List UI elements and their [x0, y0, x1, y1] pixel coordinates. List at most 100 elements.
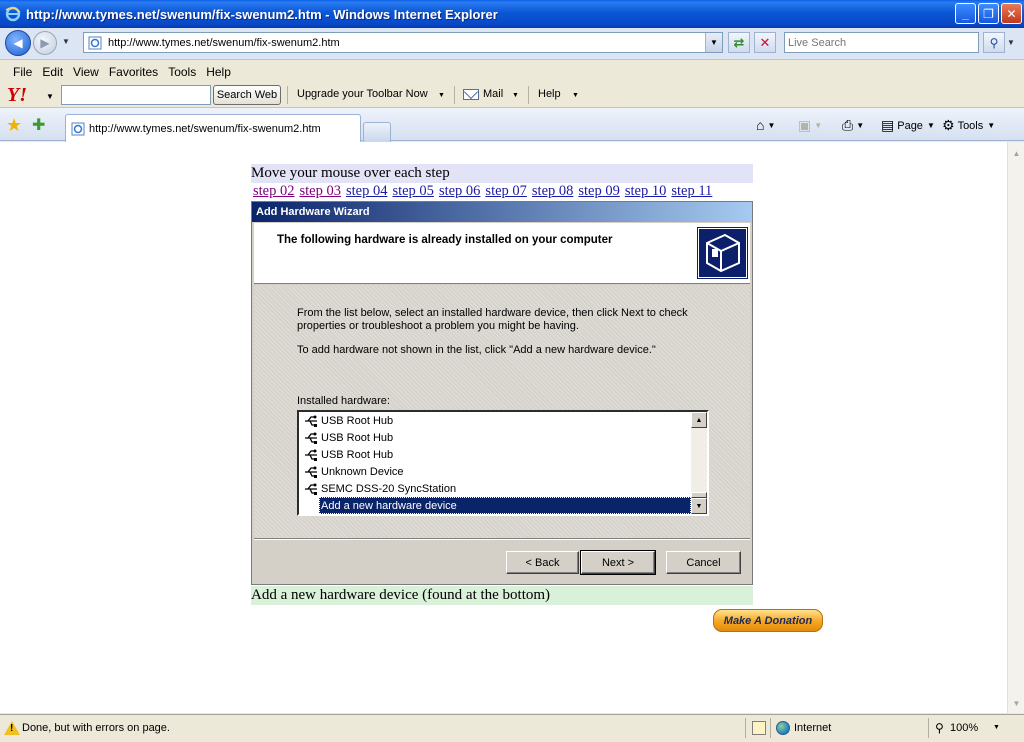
step-link-03[interactable]: step 03: [299, 183, 340, 199]
hardware-list-scrollbar[interactable]: ▲ ▼: [691, 412, 707, 514]
print-button[interactable]: ⎙ ▼: [842, 117, 864, 134]
close-button[interactable]: ✕: [1001, 3, 1022, 24]
zoom-level[interactable]: 100%: [950, 722, 978, 734]
usb-icon: [305, 449, 317, 461]
mail-icon: [463, 89, 479, 100]
step-link-05[interactable]: step 05: [392, 183, 433, 199]
step-link-07[interactable]: step 07: [485, 183, 526, 199]
upgrade-dropdown[interactable]: ▼: [438, 92, 445, 99]
menu-help[interactable]: Help: [201, 65, 236, 79]
forward-button[interactable]: ▶: [33, 31, 57, 55]
step-link-08[interactable]: step 08: [532, 183, 573, 199]
step-link-09[interactable]: step 09: [578, 183, 619, 199]
wizard-body: From the list below, select an installed…: [254, 285, 750, 538]
address-toolbar: ◀ ▶ ▼ http://www.tymes.net/swenum/fix-sw…: [0, 28, 1024, 60]
page-icon: [71, 122, 85, 135]
list-item[interactable]: USB Root Hub: [303, 429, 393, 446]
wizard-description-list: From the list below, select an installed…: [297, 307, 688, 332]
tools-menu-label: Tools: [957, 119, 984, 132]
window-title-bar: http://www.tymes.net/swenum/fix-swenum2.…: [0, 0, 1024, 28]
yahoo-logo[interactable]: Y!: [7, 84, 27, 107]
menu-edit[interactable]: Edit: [37, 65, 68, 79]
list-item[interactable]: Unknown Device: [303, 463, 404, 480]
yahoo-menu-dropdown[interactable]: ▼: [46, 92, 54, 101]
live-search-box[interactable]: [784, 32, 979, 53]
list-item[interactable]: USB Root Hub: [303, 412, 393, 429]
status-divider: [745, 718, 746, 738]
search-web-button[interactable]: Search Web: [213, 85, 281, 105]
tab-current-page[interactable]: http://www.tymes.net/swenum/fix-swenum2.…: [65, 114, 361, 142]
page-scroll-down[interactable]: ▼: [1009, 695, 1024, 711]
mail-dropdown[interactable]: ▼: [512, 92, 519, 99]
next-wizard-button[interactable]: Next >: [580, 550, 656, 575]
add-hardware-wizard-screenshot: Add Hardware Wizard The following hardwa…: [251, 201, 753, 585]
usb-icon: [305, 466, 317, 478]
feeds-button[interactable]: ▣ ▼: [798, 117, 822, 134]
page-icon: [88, 36, 102, 49]
upgrade-toolbar-link[interactable]: Upgrade your Toolbar Now: [297, 88, 428, 100]
step-link-10[interactable]: step 10: [625, 183, 666, 199]
search-button[interactable]: ⚲: [983, 32, 1005, 53]
stop-button[interactable]: ✕: [754, 32, 776, 53]
refresh-button[interactable]: ⇄: [728, 32, 750, 53]
help-button[interactable]: Help: [538, 88, 561, 100]
search-options-dropdown[interactable]: ▼: [1007, 38, 1015, 47]
step-link-04[interactable]: step 04: [346, 183, 387, 199]
live-search-input[interactable]: [785, 33, 978, 52]
tab-title: http://www.tymes.net/swenum/fix-swenum2.…: [89, 122, 321, 135]
menu-favorites[interactable]: Favorites: [104, 65, 163, 79]
page-menu-button[interactable]: ▤ Page ▼: [881, 117, 935, 134]
usb-icon: [305, 483, 317, 495]
step-link-02[interactable]: step 02: [253, 183, 294, 199]
zoom-dropdown[interactable]: ▼: [993, 724, 1000, 731]
yahoo-toolbar: Y! ▼ Search Web Upgrade your Toolbar Now…: [0, 83, 1024, 108]
cancel-wizard-button[interactable]: Cancel: [666, 551, 741, 574]
list-item[interactable]: SEMC DSS-20 SyncStation: [303, 480, 456, 497]
yahoo-search-input[interactable]: [61, 85, 211, 105]
menu-file[interactable]: File: [8, 65, 37, 79]
home-button[interactable]: ⌂ ▼: [756, 117, 775, 133]
tab-bar: ★ ✚ http://www.tymes.net/swenum/fix-swen…: [0, 108, 1024, 142]
usb-icon: [305, 432, 317, 444]
back-wizard-button[interactable]: < Back: [506, 551, 579, 574]
step-link-06[interactable]: step 06: [439, 183, 480, 199]
list-item[interactable]: USB Root Hub: [303, 446, 393, 463]
help-dropdown[interactable]: ▼: [572, 92, 579, 99]
toolbar-separator: [287, 86, 288, 104]
gear-icon: ⚙: [942, 117, 955, 133]
status-divider: [770, 718, 771, 738]
installed-hardware-list[interactable]: USB Root Hub USB Root Hub USB Root Hub U…: [297, 410, 709, 516]
make-donation-button[interactable]: Make A Donation: [713, 609, 823, 632]
menu-bar: File Edit View Favorites Tools Help: [0, 61, 1024, 83]
address-bar[interactable]: http://www.tymes.net/swenum/fix-swenum2.…: [83, 32, 723, 53]
favorites-star-icon[interactable]: ★: [6, 115, 22, 136]
add-favorites-icon[interactable]: ✚: [32, 115, 45, 135]
tools-menu-button[interactable]: ⚙ Tools ▼: [942, 117, 995, 134]
page-scroll-up[interactable]: ▲: [1009, 145, 1024, 161]
menu-tools[interactable]: Tools: [163, 65, 201, 79]
wizard-heading: The following hardware is already instal…: [277, 234, 613, 246]
warning-icon[interactable]: [4, 721, 20, 735]
wizard-separator: [254, 538, 750, 540]
protected-mode-icon: [752, 721, 766, 735]
arrow-left-icon: ◀: [13, 36, 23, 50]
back-button[interactable]: ◀: [5, 30, 31, 56]
list-item-label: USB Root Hub: [321, 414, 394, 427]
status-divider: [928, 718, 929, 738]
add-new-hardware-device-item[interactable]: Add a new hardware device: [319, 497, 691, 514]
page-scrollbar[interactable]: ▲ ▼: [1007, 142, 1024, 713]
zoom-icon: ⚲: [935, 721, 944, 735]
wizard-title: Add Hardware Wizard: [252, 202, 752, 222]
menu-view[interactable]: View: [68, 65, 104, 79]
new-tab-button[interactable]: [363, 122, 391, 142]
maximize-button[interactable]: ❐: [978, 3, 999, 24]
minimize-button[interactable]: _: [955, 3, 976, 24]
address-dropdown-icon[interactable]: ▼: [705, 33, 722, 52]
scroll-down-button[interactable]: ▼: [691, 498, 707, 514]
scroll-up-button[interactable]: ▲: [691, 412, 707, 428]
mail-button[interactable]: Mail: [483, 88, 503, 100]
page-content: Move your mouse over each step step 02st…: [0, 142, 1007, 713]
status-message[interactable]: Done, but with errors on page.: [22, 722, 170, 734]
step-link-11[interactable]: step 11: [671, 183, 712, 199]
recent-pages-dropdown[interactable]: ▼: [62, 37, 70, 46]
